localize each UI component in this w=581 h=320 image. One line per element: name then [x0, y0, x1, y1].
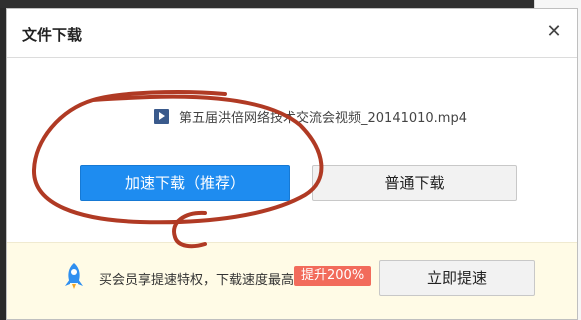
background-window-top — [0, 0, 534, 8]
rocket-icon — [65, 263, 83, 289]
dialog-title: 文件下载 — [22, 26, 83, 44]
fast-download-button[interactable]: 加速下载（推荐） — [80, 165, 290, 201]
speed-boost-badge: 提升200% — [294, 266, 372, 286]
file-info-row: 第五届洪倍网络技术交流会视频_20141010.mp4 — [154, 106, 467, 126]
speed-up-now-button[interactable]: 立即提速 — [379, 260, 535, 296]
file-download-dialog: 文件下载 ✕ 第五届洪倍网络技术交流会视频_20141010.mp4 加速下载（… — [6, 8, 578, 320]
dialog-titlebar: 文件下载 ✕ — [7, 9, 577, 58]
normal-download-button[interactable]: 普通下载 — [312, 165, 517, 201]
vip-promo-bar: 买会员享提速特权，下载速度最高 提升200% 立即提速 — [7, 242, 577, 319]
promo-text: 买会员享提速特权，下载速度最高 — [99, 273, 295, 288]
close-icon[interactable]: ✕ — [545, 23, 563, 41]
video-file-icon — [154, 108, 169, 124]
file-name: 第五届洪倍网络技术交流会视频_20141010.mp4 — [179, 110, 467, 126]
